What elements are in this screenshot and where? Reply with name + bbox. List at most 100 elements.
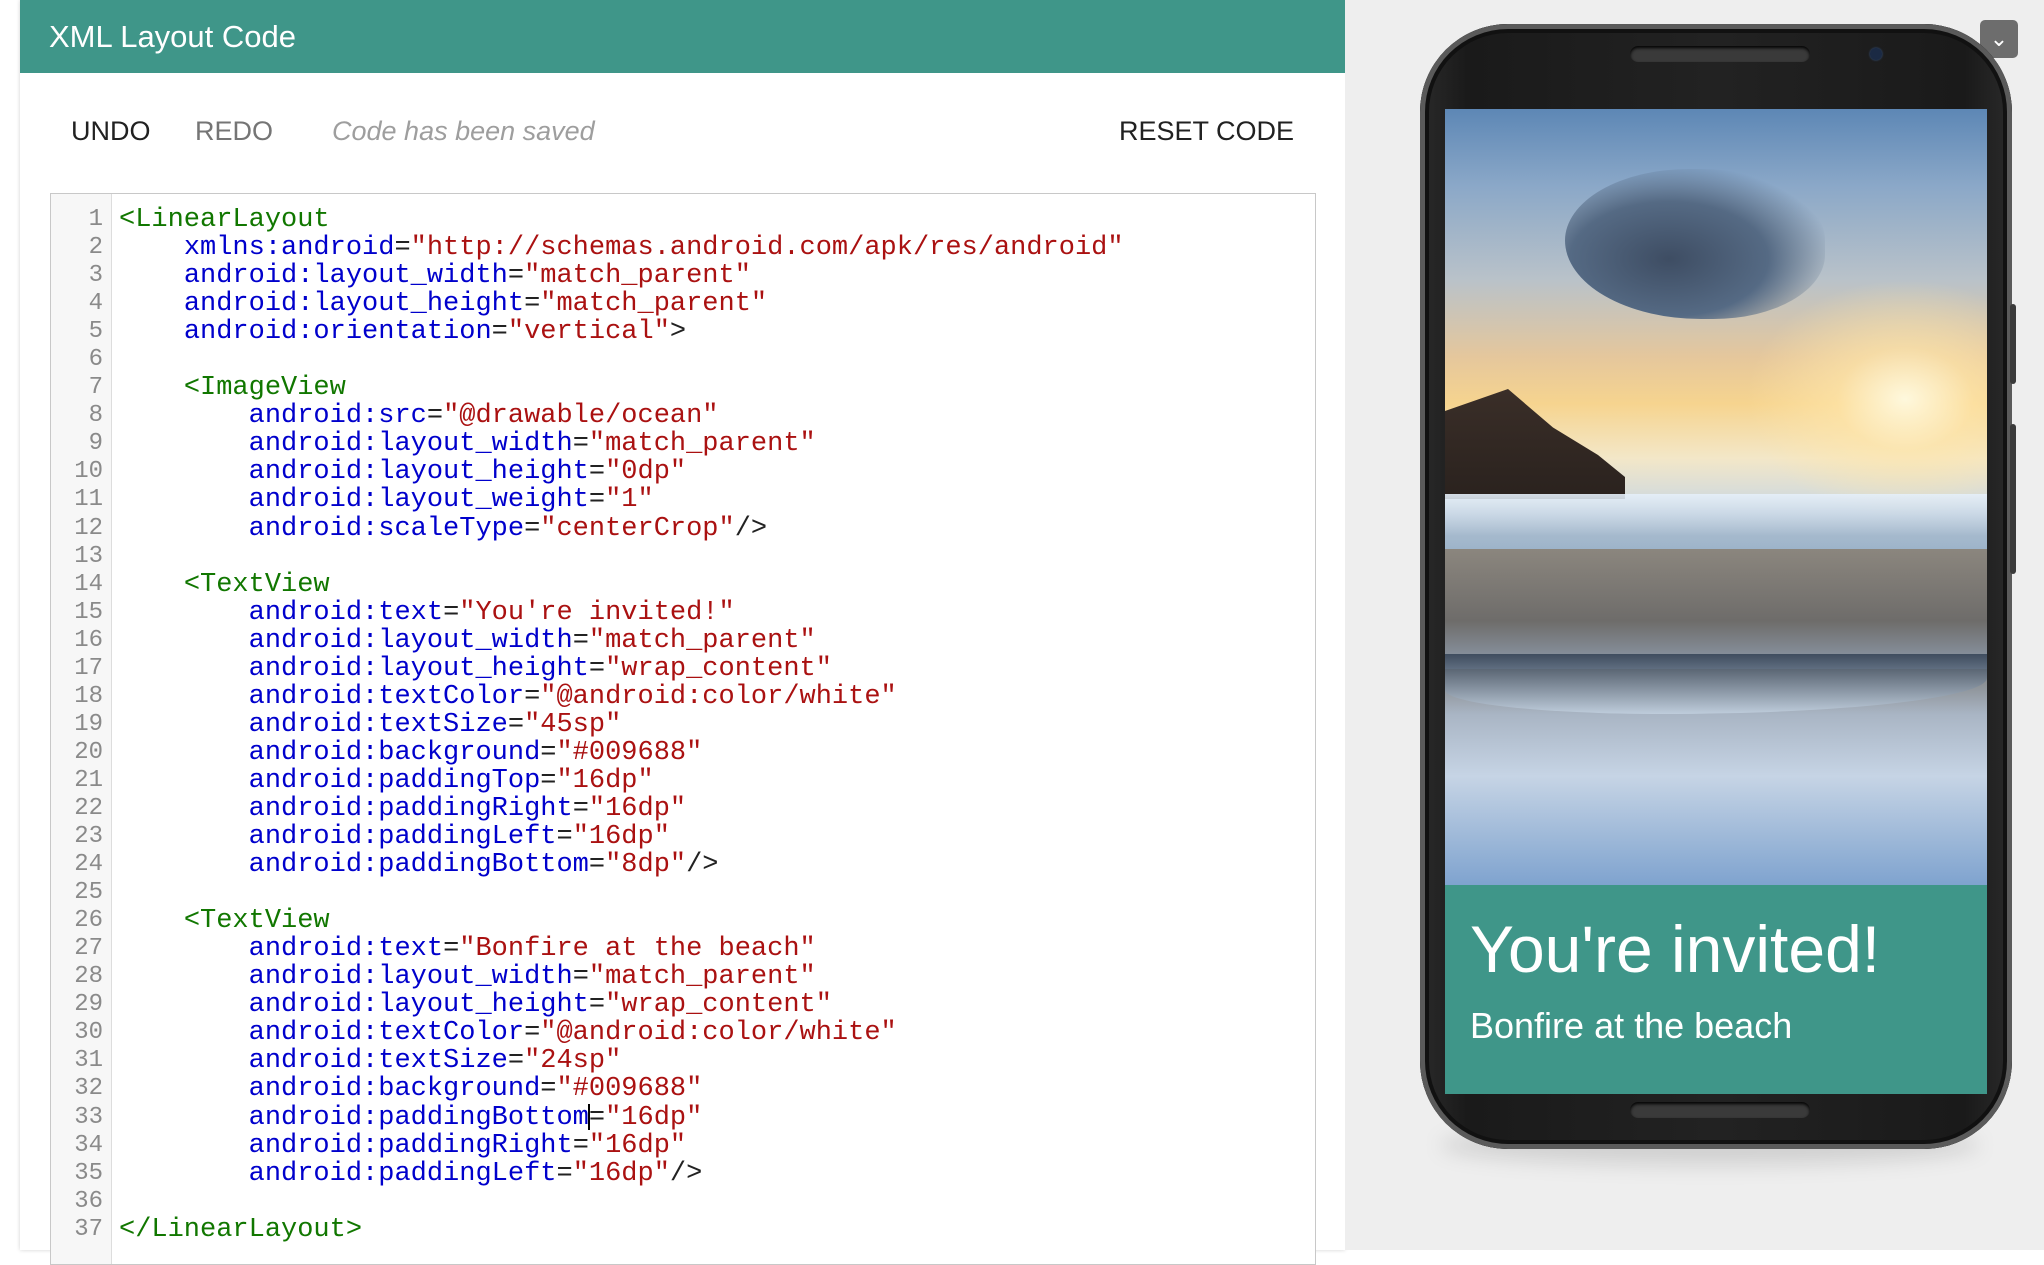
code-line[interactable]: 13 xyxy=(51,543,1315,571)
code-token: /> xyxy=(669,1158,703,1189)
code-line[interactable]: 33 android:paddingBottom="16dp" xyxy=(51,1102,1315,1133)
code-line[interactable]: 24 android:paddingBottom="8dp"/> xyxy=(51,851,1315,879)
sand xyxy=(1445,549,1987,669)
toolbar: UNDO REDO Code has been saved RESET CODE xyxy=(20,73,1345,188)
code-token: "16dp" xyxy=(572,1158,670,1189)
code-line[interactable]: 21 android:paddingTop="16dp" xyxy=(51,767,1315,795)
code-line[interactable]: 14 <TextView xyxy=(51,571,1315,599)
code-text: <ImageView xyxy=(119,374,346,402)
code-token: xmlns:android xyxy=(183,233,395,264)
code-line[interactable]: 8 android:src="@drawable/ocean" xyxy=(51,402,1315,430)
code-line[interactable]: 12 android:scaleType="centerCrop"/> xyxy=(51,513,1315,544)
code-line[interactable]: 18 android:textColor="@android:color/whi… xyxy=(51,683,1315,711)
code-line[interactable]: 10 android:layout_height="0dp" xyxy=(51,458,1315,486)
code-token: = xyxy=(588,1102,606,1133)
code-line[interactable]: 26 <TextView xyxy=(51,907,1315,935)
code-line[interactable]: 28 android:layout_width="match_parent" xyxy=(51,963,1315,991)
code-token: android:layout_width xyxy=(248,625,573,656)
undo-button[interactable]: UNDO xyxy=(71,113,151,149)
code-line[interactable]: 35 android:paddingLeft="16dp"/> xyxy=(51,1160,1315,1188)
code-line[interactable]: 23 android:paddingLeft="16dp" xyxy=(51,823,1315,851)
code-token: = xyxy=(443,597,460,628)
line-number: 36 xyxy=(74,1187,103,1215)
code-line[interactable]: 7 <ImageView xyxy=(51,374,1315,402)
code-text: android:textColor="@android:color/white" xyxy=(119,683,897,711)
code-token: "centerCrop" xyxy=(540,513,735,544)
code-token: = xyxy=(394,233,411,264)
code-token: = xyxy=(491,317,508,348)
code-token: android:paddingLeft xyxy=(248,1158,557,1189)
code-line[interactable]: 11 android:layout_weight="1" xyxy=(51,486,1315,514)
code-token: android:src xyxy=(248,401,427,432)
code-token: "45sp" xyxy=(524,709,622,740)
code-token: "match_parent" xyxy=(540,289,768,320)
sun-glow xyxy=(1745,279,1987,519)
code-line[interactable]: 37 </LinearLayout> xyxy=(51,1216,1315,1244)
line-number: 20 xyxy=(74,738,103,766)
line-number: 14 xyxy=(74,570,103,598)
code-token: = xyxy=(572,1130,589,1161)
code-line[interactable]: 29 android:layout_height="wrap_content" xyxy=(51,991,1315,1019)
camera-icon xyxy=(1870,48,1882,60)
code-token: "@android:color/white" xyxy=(540,1018,897,1049)
code-token: = xyxy=(507,261,525,292)
line-number: 3 xyxy=(88,262,103,290)
code-line[interactable]: 31 android:textSize="24sp" xyxy=(51,1047,1315,1075)
code-text: android:background="#009688" xyxy=(119,737,703,768)
code-line[interactable]: 22 android:paddingRight="16dp" xyxy=(51,795,1315,823)
code-text: android:src="@drawable/ocean" xyxy=(119,402,719,430)
code-text: android:paddingLeft="16dp"/> xyxy=(119,1158,703,1189)
code-lines[interactable]: 1 <LinearLayout 2 xmlns:android="http://sc… xyxy=(51,206,1315,1244)
code-line[interactable]: 15 android:text="You're invited!" xyxy=(51,599,1315,627)
code-text: android:paddingRight="16dp" xyxy=(119,1132,686,1160)
code-line[interactable]: 34 android:paddingRight="16dp" xyxy=(51,1132,1315,1160)
reset-code-button[interactable]: RESET CODE xyxy=(1119,113,1294,149)
code-editor[interactable]: 1 <LinearLayout 2 xmlns:android="http://sc… xyxy=(50,193,1316,1265)
line-number: 13 xyxy=(74,542,103,570)
code-line[interactable]: 19 android:textSize="45sp" xyxy=(51,711,1315,739)
code-line[interactable]: 16 android:layout_width="match_parent" xyxy=(51,627,1315,655)
code-token: = xyxy=(524,513,541,544)
code-token: = xyxy=(540,765,557,796)
code-line[interactable]: 25 xyxy=(51,879,1315,907)
code-text: android:orientation="vertical"> xyxy=(119,318,686,346)
code-token: android:layout_height xyxy=(248,990,589,1021)
code-line[interactable]: 30 android:textColor="@android:color/whi… xyxy=(51,1019,1315,1047)
code-line[interactable]: 9 android:layout_width="match_parent" xyxy=(51,430,1315,458)
code-token: android:layout_height xyxy=(248,457,589,488)
code-token: = xyxy=(588,485,606,516)
code-line[interactable]: 17 android:layout_height="wrap_content" xyxy=(51,655,1315,683)
line-number: 11 xyxy=(74,486,103,514)
code-line[interactable]: 20 android:background="#009688" xyxy=(51,739,1315,767)
code-line[interactable]: 1 <LinearLayout xyxy=(51,206,1315,234)
code-line[interactable]: 4 android:layout_height="match_parent" xyxy=(51,290,1315,318)
code-text: android:layout_width="match_parent" xyxy=(119,963,816,991)
code-token: "#009688" xyxy=(556,737,703,768)
code-line[interactable]: 5 android:orientation="vertical"> xyxy=(51,318,1315,346)
code-line[interactable]: 27 android:text="Bonfire at the beach" xyxy=(51,935,1315,963)
code-text: android:layout_height="match_parent" xyxy=(119,290,767,318)
redo-button[interactable]: REDO xyxy=(195,113,273,149)
code-line[interactable]: 2 xmlns:android="http://schemas.android.… xyxy=(51,234,1315,262)
code-line[interactable]: 3 android:layout_width="match_parent" xyxy=(51,262,1315,290)
code-token: android:text xyxy=(248,597,444,628)
code-line[interactable]: 6 xyxy=(51,346,1315,374)
code-token: android:paddingRight xyxy=(248,793,573,824)
line-number: 9 xyxy=(88,430,103,458)
code-line[interactable]: 32 android:background="#009688" xyxy=(51,1075,1315,1103)
code-token: "wrap_content" xyxy=(605,653,832,684)
code-panel: XML Layout Code UNDO REDO Code has been … xyxy=(20,0,1345,1265)
code-line[interactable]: 36 xyxy=(51,1188,1315,1216)
